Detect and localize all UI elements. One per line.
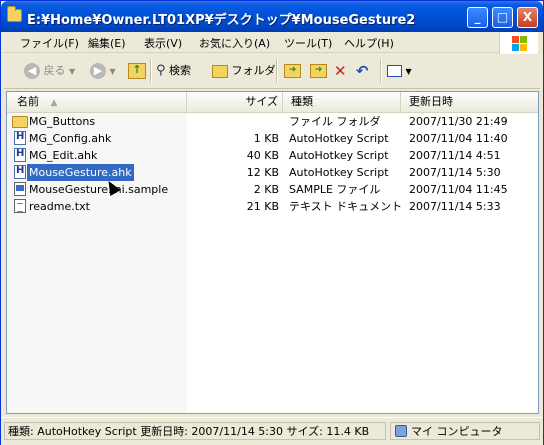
forward-arrow-icon: ▶ [90, 63, 106, 79]
file-modified: 2007/11/14 5:33 [409, 200, 501, 213]
views-button[interactable]: ▼ [387, 60, 412, 82]
folder-icon [7, 6, 22, 22]
ahk-file-icon [14, 165, 26, 179]
folder-icon [12, 116, 28, 128]
back-dropdown-icon: ▼ [69, 67, 76, 76]
back-label: 戻る [43, 64, 66, 77]
file-name: MG_Edit.ahk [29, 149, 98, 162]
menu-view[interactable]: 表示(V) [144, 35, 182, 51]
back-arrow-icon: ◀ [24, 63, 40, 79]
file-name: MG_Buttons [29, 115, 96, 128]
views-icon [387, 65, 402, 77]
forward-dropdown-icon: ▼ [109, 67, 116, 76]
file-type: AutoHotkey Script [289, 166, 389, 179]
undo-icon: ↶ [356, 62, 369, 80]
file-type: AutoHotkey Script [289, 149, 389, 162]
file-modified: 2007/11/14 5:30 [409, 166, 501, 179]
file-modified: 2007/11/04 11:40 [409, 132, 508, 145]
file-size: 40 KB [246, 149, 279, 162]
windows-logo-icon [499, 32, 538, 54]
ahk-file-icon [14, 148, 26, 162]
status-bar: 種類: AutoHotkey Script 更新日時: 2007/11/14 5… [1, 417, 543, 445]
file-size: 2 KB [253, 183, 279, 196]
sort-ascending-icon: ▲ [50, 98, 58, 108]
back-button[interactable]: ◀ 戻る ▼ [24, 60, 75, 82]
file-modified: 2007/11/04 11:45 [409, 183, 508, 196]
file-list[interactable]: 名前 ▲ サイズ 種類 更新日時 MG_Buttons ファイル フォルダ 20… [6, 91, 539, 414]
status-location-label: マイ コンピュータ [411, 425, 503, 438]
move-to-icon: ➜ [284, 64, 301, 78]
file-name: readme.txt [29, 200, 90, 213]
file-type: テキスト ドキュメント [289, 200, 403, 213]
file-row[interactable]: MG_Edit.ahk 40 KB AutoHotkey Script 2007… [7, 147, 527, 164]
column-name-header[interactable]: 名前 ▲ [7, 92, 187, 112]
copy-to-icon: ➜ [310, 64, 327, 78]
ahk-file-icon [14, 131, 26, 145]
file-name: MG_Config.ahk [29, 132, 112, 145]
file-modified: 2007/11/30 21:49 [409, 115, 508, 128]
search-icon: ⚲ [156, 63, 166, 78]
column-type-label: 種類 [291, 95, 313, 108]
file-size: 1 KB [253, 132, 279, 145]
column-name-label: 名前 [17, 95, 39, 108]
file-name: MouseGesture.ini.sample [29, 183, 169, 196]
title-bar[interactable]: E:¥Home¥Owner.LT01XP¥デスクトップ¥MouseGesture… [1, 1, 543, 32]
menu-favorites[interactable]: お気に入り(A) [199, 35, 270, 51]
file-name: MouseGesture.ahk [27, 164, 134, 181]
up-folder-icon: ↑ [128, 63, 146, 79]
copy-to-button[interactable]: ➜ [310, 60, 327, 82]
search-label: 検索 [169, 64, 192, 77]
column-modified-header[interactable]: 更新日時 [401, 92, 538, 112]
delete-icon: ✕ [334, 62, 347, 80]
column-size-label: サイズ [245, 95, 278, 108]
close-button[interactable]: X [517, 7, 538, 28]
status-details: 種類: AutoHotkey Script 更新日時: 2007/11/14 5… [4, 422, 386, 440]
my-computer-icon [395, 425, 407, 437]
menu-edit[interactable]: 編集(E) [88, 35, 126, 51]
minimize-button[interactable]: _ [467, 7, 488, 28]
search-button[interactable]: ⚲ 検索 [156, 60, 191, 82]
sample-file-icon [14, 182, 26, 196]
file-row[interactable]: MouseGesture.ini.sample 2 KB SAMPLE ファイル… [7, 181, 527, 198]
file-row[interactable]: MG_Buttons ファイル フォルダ 2007/11/30 21:49 [7, 113, 527, 130]
views-dropdown-icon: ▼ [405, 67, 412, 76]
column-header: 名前 ▲ サイズ 種類 更新日時 [7, 92, 538, 113]
toolbar-separator [150, 59, 152, 83]
file-modified: 2007/11/14 4:51 [409, 149, 501, 162]
column-size-header[interactable]: サイズ [187, 92, 283, 112]
window-title: E:¥Home¥Owner.LT01XP¥デスクトップ¥MouseGesture… [27, 13, 416, 28]
column-type-header[interactable]: 種類 [283, 92, 401, 112]
status-location: マイ コンピュータ [390, 422, 540, 440]
up-folder-button[interactable]: ↑ [128, 60, 146, 82]
file-row[interactable]: MG_Config.ahk 1 KB AutoHotkey Script 200… [7, 130, 527, 147]
column-modified-label: 更新日時 [409, 95, 453, 108]
file-size: 21 KB [246, 200, 279, 213]
forward-button[interactable]: ▶ ▼ [90, 60, 116, 82]
maximize-button[interactable]: □ [492, 7, 513, 28]
explorer-window: E:¥Home¥Owner.LT01XP¥デスクトップ¥MouseGesture… [0, 0, 544, 445]
menu-bar: ファイル(F) 編集(E) 表示(V) お気に入り(A) ツール(T) ヘルプ(… [4, 32, 540, 53]
text-file-icon [14, 199, 26, 213]
folders-icon [212, 64, 228, 78]
file-type: AutoHotkey Script [289, 132, 389, 145]
file-size: 12 KB [246, 166, 279, 179]
folders-label: フォルダ [231, 64, 276, 77]
toolbar-separator [276, 59, 278, 83]
file-type: SAMPLE ファイル [289, 183, 381, 196]
toolbar: ◀ 戻る ▼ ▶ ▼ ↑ ⚲ 検索 フォルダ ➜ ➜ ✕ ↶ ▼ [4, 54, 540, 89]
file-row-selected[interactable]: MouseGesture.ahk 12 KB AutoHotkey Script… [7, 164, 527, 181]
undo-button[interactable]: ↶ [356, 60, 369, 82]
menu-file[interactable]: ファイル(F) [20, 35, 79, 51]
menu-tools[interactable]: ツール(T) [284, 35, 332, 51]
move-to-button[interactable]: ➜ [284, 60, 301, 82]
toolbar-separator [380, 59, 382, 83]
file-type: ファイル フォルダ [289, 115, 381, 128]
menu-help[interactable]: ヘルプ(H) [344, 35, 394, 51]
file-row[interactable]: readme.txt 21 KB テキスト ドキュメント 2007/11/14 … [7, 198, 527, 215]
folders-button[interactable]: フォルダ [212, 60, 276, 82]
delete-button[interactable]: ✕ [334, 60, 347, 82]
